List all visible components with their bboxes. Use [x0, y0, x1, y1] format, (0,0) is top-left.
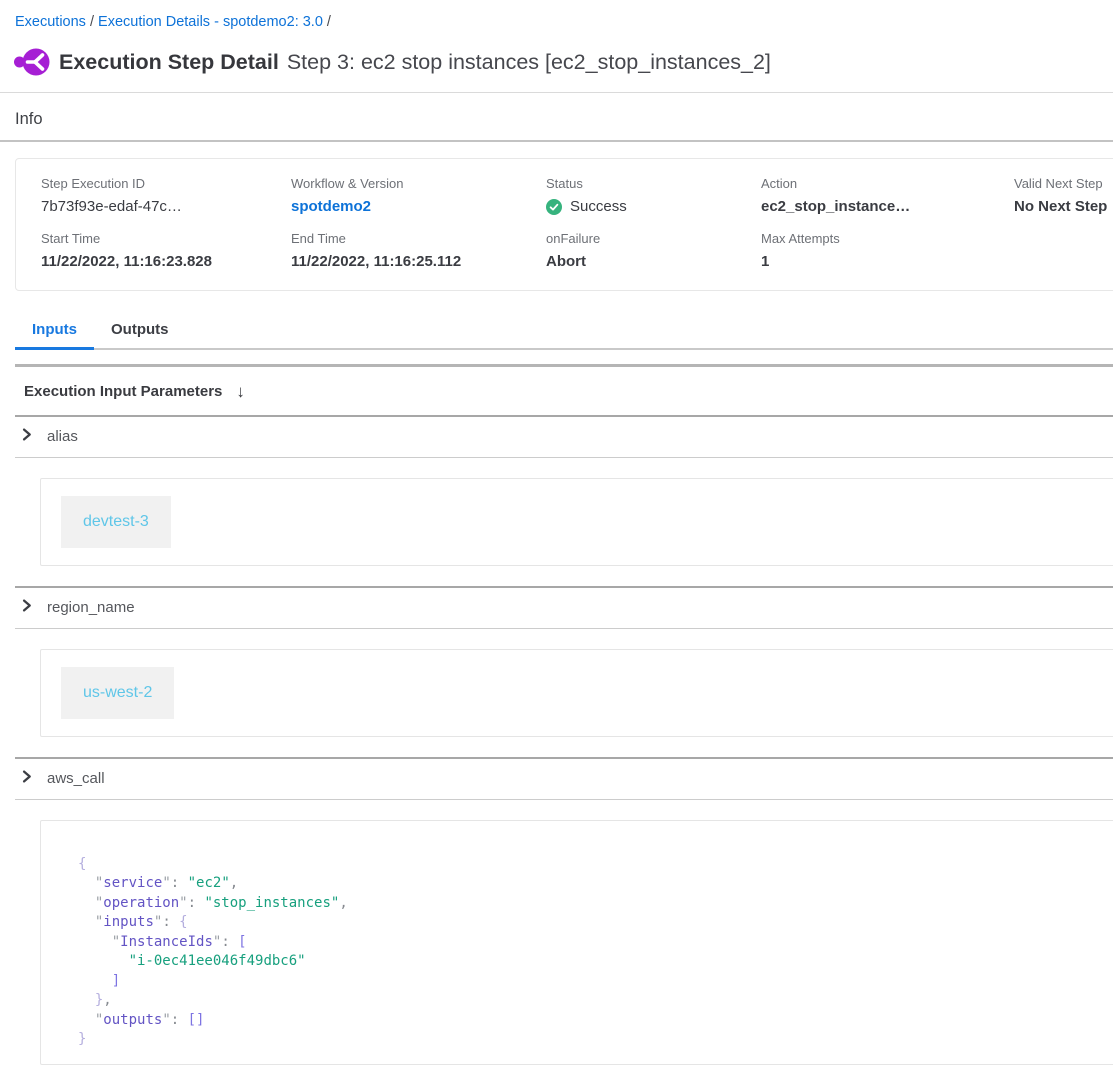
section-header-aws-call[interactable]: aws_call [0, 759, 1113, 799]
code-line: { [78, 855, 1104, 875]
section-name: region_name [47, 599, 135, 616]
info-field-label: Action [761, 176, 1014, 191]
download-icon[interactable]: ↓ [236, 382, 245, 402]
info-field-label: Start Time [41, 231, 291, 246]
info-field-value: 7b73f93e-edaf-47c… [41, 198, 291, 215]
tab-outputs[interactable]: Outputs [94, 315, 186, 350]
section-divider [15, 628, 1113, 629]
info-field-valid-next-step: Valid Next Step No Next Step [1014, 176, 1113, 215]
chevron-right-icon [20, 428, 33, 446]
code-line: "inputs": { [78, 913, 1104, 933]
info-field-label: Valid Next Step [1014, 176, 1113, 191]
info-field-value: Abort [546, 253, 761, 270]
code-line: }, [78, 991, 1104, 1011]
code-line: "operation": "stop_instances", [78, 894, 1104, 914]
info-field-value: 11/22/2022, 11:16:25.112 [291, 253, 546, 270]
section-panel-region-name: us-west-2 [40, 649, 1113, 737]
section-header-region-name[interactable]: region_name [0, 588, 1113, 628]
info-field-step-execution-id: Step Execution ID 7b73f93e-edaf-47c… [41, 176, 291, 215]
page-title-row: Execution Step Detail Step 3: ec2 stop in… [59, 50, 771, 75]
code-line: ] [78, 972, 1104, 992]
breadcrumb-separator: / [323, 14, 331, 30]
status-text: Success [570, 198, 627, 215]
info-field-label: Workflow & Version [291, 176, 546, 191]
page-title: Execution Step Detail [59, 50, 279, 74]
parameter-sections: alias devtest-3 region_name us-west-2 aws_ca… [0, 415, 1113, 1065]
info-field-start-time: Start Time 11/22/2022, 11:16:23.828 [41, 231, 291, 270]
info-field-value: 1 [761, 253, 1014, 270]
info-field-label: Step Execution ID [41, 176, 291, 191]
info-field-value: Success [546, 198, 761, 215]
info-field-workflow-version: Workflow & Version spotdemo2 [291, 176, 546, 215]
title-divider [0, 92, 1113, 93]
breadcrumb-separator: / [86, 14, 98, 30]
section-panel-alias: devtest-3 [40, 478, 1113, 566]
tab-bar: InputsOutputs [15, 315, 1113, 350]
section-panel-aws-call: { "service": "ec2", "operation": "stop_i… [40, 820, 1113, 1065]
workflow-link[interactable]: spotdemo2 [291, 198, 371, 215]
section-header-alias[interactable]: alias [0, 417, 1113, 457]
success-check-icon [546, 199, 562, 215]
info-field-onfailure: onFailure Abort [546, 231, 761, 270]
chevron-right-icon [20, 599, 33, 617]
info-field-value: ec2_stop_instance… [761, 198, 1014, 215]
section-divider [15, 799, 1113, 800]
section-divider [15, 457, 1113, 458]
code-line: "outputs": [] [78, 1011, 1104, 1031]
info-field-max-attempts: Max Attempts 1 [761, 231, 1014, 270]
info-section: Info Step Execution ID 7b73f93e-edaf-47c…… [0, 110, 1113, 291]
info-card: Step Execution ID 7b73f93e-edaf-47c…Workf… [15, 158, 1113, 291]
workflow-logo-icon [14, 45, 50, 79]
code-line: "service": "ec2", [78, 874, 1104, 894]
info-field-end-time: End Time 11/22/2022, 11:16:25.112 [291, 231, 546, 270]
info-field-action: Action ec2_stop_instance… [761, 176, 1014, 215]
execution-step-detail-page: Executions / Execution Details - spotdem… [0, 14, 1113, 1065]
tabs-divider [15, 364, 1113, 367]
info-field-label: Max Attempts [761, 231, 1014, 246]
info-heading: Info [15, 110, 1113, 129]
params-heading-label: Execution Input Parameters [24, 383, 222, 400]
info-field-value: No Next Step [1014, 198, 1113, 215]
value-chip: us-west-2 [61, 667, 174, 719]
breadcrumb: Executions / Execution Details - spotdem… [15, 14, 1113, 30]
code-line: "i-0ec41ee046f49dbc6" [78, 952, 1104, 972]
breadcrumb-link-executions[interactable]: Executions [15, 14, 86, 30]
json-code-block: { "service": "ec2", "operation": "stop_i… [78, 855, 1104, 1050]
section-name: aws_call [47, 770, 105, 787]
value-chip: devtest-3 [61, 496, 171, 548]
info-field-status: Status Success [546, 176, 761, 215]
chevron-right-icon [20, 770, 33, 788]
execution-input-parameters-heading: Execution Input Parameters ↓ [24, 382, 1113, 402]
info-divider [0, 140, 1113, 142]
breadcrumb-link-execution-details-spotdemo2-3-0[interactable]: Execution Details - spotdemo2: 3.0 [98, 14, 323, 30]
tab-inputs[interactable]: Inputs [15, 315, 94, 350]
info-field-label: onFailure [546, 231, 761, 246]
page-header: Execution Step Detail Step 3: ec2 stop in… [14, 45, 1113, 79]
info-field-value: 11/22/2022, 11:16:23.828 [41, 253, 291, 270]
code-line: "InstanceIds": [ [78, 933, 1104, 953]
section-name: alias [47, 428, 78, 445]
info-field-value: spotdemo2 [291, 198, 546, 215]
info-field-label: Status [546, 176, 761, 191]
info-field-label: End Time [291, 231, 546, 246]
page-subtitle: Step 3: ec2 stop instances [ec2_stop_ins… [287, 50, 771, 74]
